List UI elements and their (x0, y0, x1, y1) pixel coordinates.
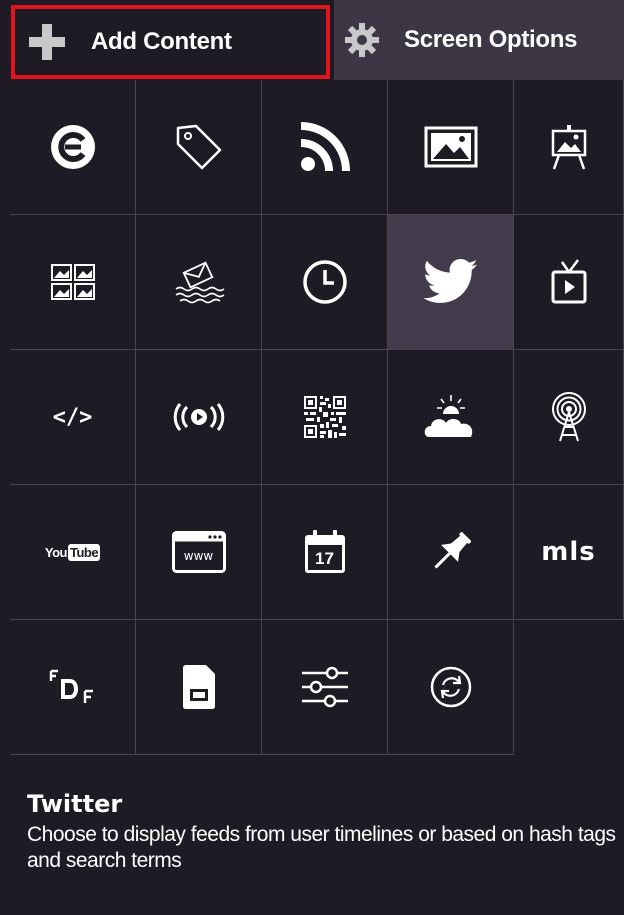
tile-calendar[interactable]: 17 (262, 485, 388, 620)
c-logo-icon (50, 125, 95, 169)
sliders-icon (301, 666, 348, 708)
tile-refresh[interactable] (388, 620, 514, 755)
document-icon (182, 665, 215, 709)
tile-rss[interactable] (262, 80, 388, 215)
weather-cloud-sun-icon (424, 395, 472, 437)
description-title: Twitter (27, 790, 123, 818)
tile-youtube[interactable]: You Tube (10, 485, 136, 620)
tile-web-page[interactable]: www (136, 485, 262, 620)
tile-document[interactable] (136, 620, 262, 755)
tv-play-icon (551, 259, 586, 304)
message-bottle-icon (175, 261, 224, 304)
tile-weather[interactable] (388, 350, 514, 485)
qr-code-icon (303, 396, 346, 438)
easel-slideshow-icon (551, 125, 586, 170)
content-description: Twitter Choose to display feeds from use… (27, 790, 624, 874)
broadcast-play-icon (173, 403, 224, 431)
tile-clock[interactable] (262, 215, 388, 350)
tile-pushpin[interactable] (388, 485, 514, 620)
tile-slideshow[interactable] (514, 80, 624, 215)
tile-image-grid[interactable] (10, 215, 136, 350)
tile-c-logo[interactable] (10, 80, 136, 215)
clock-icon (302, 260, 347, 304)
calendar-icon: 17 (303, 529, 347, 575)
tile-tv[interactable] (514, 215, 624, 350)
refresh-cycle-icon (430, 666, 471, 708)
tile-mls[interactable]: mls (514, 485, 624, 620)
youtube-icon: You Tube (44, 543, 101, 561)
add-content-label: Add Content (91, 28, 232, 55)
tile-twitter[interactable] (388, 215, 514, 350)
gear-icon (345, 23, 379, 57)
tile-tag[interactable] (136, 80, 262, 215)
tile-qr-code[interactable] (262, 350, 388, 485)
tile-radio-tower[interactable] (514, 350, 624, 485)
code-embed-icon: </> (52, 404, 93, 430)
fdf-icon (49, 669, 93, 703)
content-tabs: Add Content Screen Options (0, 0, 624, 80)
radio-tower-icon (551, 392, 586, 442)
mls-icon: mls (541, 537, 596, 567)
image-grid-icon (50, 264, 95, 300)
description-text: Choose to display feeds from user timeli… (27, 823, 616, 872)
pushpin-icon (433, 531, 471, 569)
plus-icon (29, 24, 65, 60)
tile-message-bottle[interactable] (136, 215, 262, 350)
add-content-tab[interactable]: Add Content (11, 5, 330, 79)
screen-options-label: Screen Options (404, 26, 578, 53)
tile-code-embed[interactable]: </> (10, 350, 136, 485)
twitter-bird-icon (422, 259, 478, 303)
screen-options-tab[interactable]: Screen Options (334, 0, 624, 80)
tile-broadcast[interactable] (136, 350, 262, 485)
tile-image[interactable] (388, 80, 514, 215)
rss-icon (300, 122, 350, 172)
tile-sliders[interactable] (262, 620, 388, 755)
web-page-icon: www (171, 531, 226, 573)
tile-fdf[interactable] (10, 620, 136, 755)
image-icon (424, 126, 477, 168)
tag-icon (176, 124, 221, 170)
